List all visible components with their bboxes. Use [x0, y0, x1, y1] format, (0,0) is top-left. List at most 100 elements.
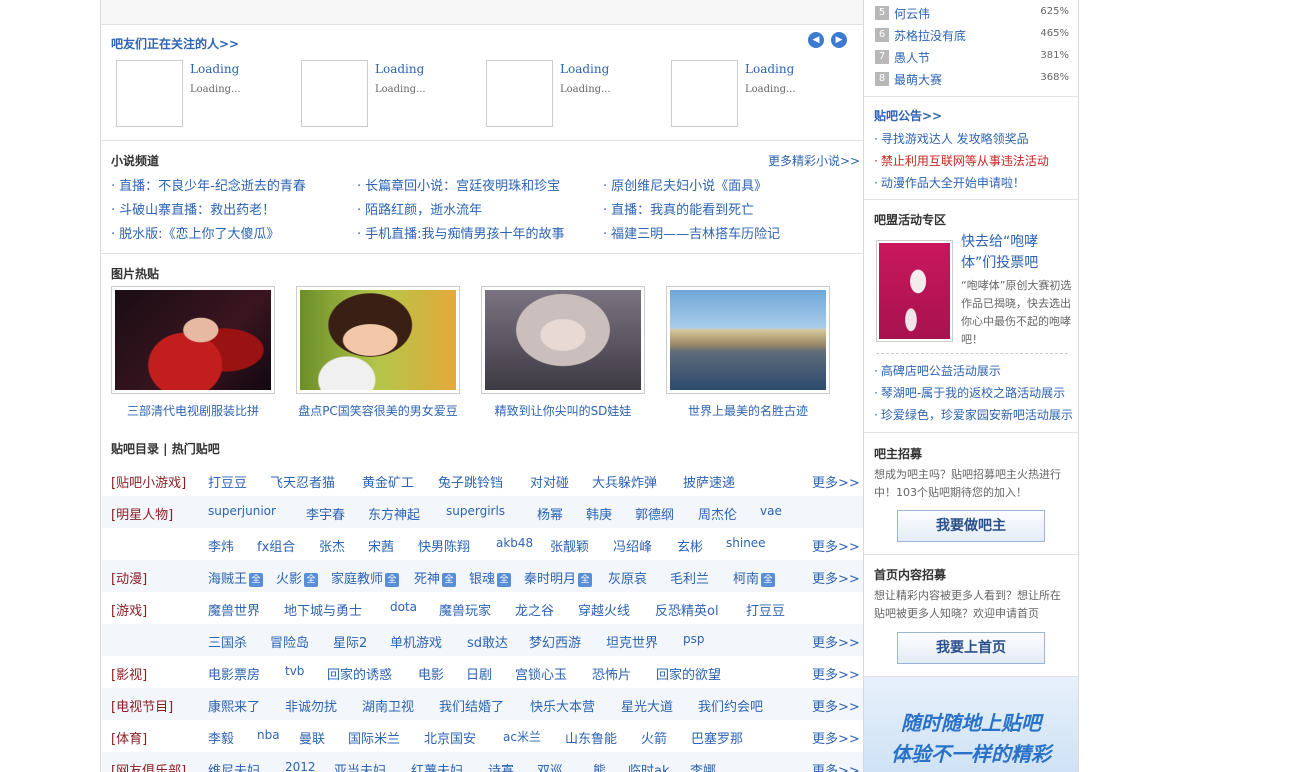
- directory-link[interactable]: 杨幂: [537, 504, 563, 523]
- directory-category[interactable]: [贴吧小游戏]: [111, 472, 186, 491]
- directory-link[interactable]: supergirls: [446, 504, 505, 518]
- directory-link[interactable]: 张杰: [319, 536, 345, 555]
- directory-more-link[interactable]: 更多>>: [812, 632, 860, 651]
- directory-link[interactable]: 火影全: [276, 568, 319, 587]
- novel-more-link[interactable]: 更多精彩小说>>: [768, 152, 860, 169]
- directory-link[interactable]: 我们约会吧: [698, 696, 763, 715]
- directory-link[interactable]: 电影: [418, 664, 444, 683]
- picture-frame[interactable]: [481, 286, 645, 394]
- directory-link[interactable]: 维尼夫妇: [208, 760, 260, 772]
- directory-link[interactable]: 毛利兰: [670, 568, 709, 587]
- banner-line2[interactable]: 体验不一样的精彩: [864, 738, 1078, 767]
- directory-link[interactable]: 韩庚: [586, 504, 612, 523]
- directory-link[interactable]: shinee: [726, 536, 766, 550]
- feature-photo[interactable]: [879, 243, 950, 339]
- rank-item[interactable]: 6 苏格拉没有底 465%: [874, 26, 1069, 44]
- league-item[interactable]: 珍爱绿色，珍爱家园安新吧活动展示: [874, 406, 1072, 423]
- rank-name[interactable]: 最萌大赛: [894, 71, 942, 88]
- league-item[interactable]: 琴湖吧-属于我的返校之路活动展示: [874, 384, 1072, 401]
- get-on-homepage-button[interactable]: 我要上首页: [897, 632, 1045, 664]
- directory-category[interactable]: [动漫]: [111, 568, 147, 587]
- photo-qing-costume[interactable]: [115, 290, 271, 390]
- directory-link[interactable]: 熊: [593, 760, 606, 772]
- novel-item[interactable]: 陌路红颜，逝水流年: [357, 199, 482, 218]
- directory-link[interactable]: 柯南全: [733, 568, 776, 587]
- directory-link[interactable]: 亚当夫妇: [334, 760, 386, 772]
- directory-link[interactable]: 电影票房: [208, 664, 260, 683]
- directory-link[interactable]: 对对碰: [530, 472, 569, 491]
- directory-link[interactable]: 黄金矿工: [362, 472, 414, 491]
- league-feature-title[interactable]: 快去给“咆哮体”们投票吧: [961, 232, 1071, 274]
- notice-title-link[interactable]: 贴吧公告>>: [874, 107, 942, 124]
- friend-card[interactable]: Loading Loading...: [301, 60, 481, 130]
- directory-category[interactable]: [影视]: [111, 664, 147, 683]
- directory-link[interactable]: vae: [760, 504, 782, 518]
- directory-link[interactable]: 三国杀: [208, 632, 247, 651]
- rank-name[interactable]: 苏格拉没有底: [894, 27, 966, 44]
- picture-card[interactable]: 三部清代电视剧服装比拼: [111, 286, 277, 419]
- directory-link[interactable]: 红薯夫妇: [411, 760, 463, 772]
- novel-item[interactable]: 脱水版:《恋上你了大傻瓜》: [111, 223, 279, 242]
- directory-link[interactable]: 回家的诱惑: [327, 664, 392, 683]
- league-feature-image[interactable]: [876, 240, 953, 342]
- directory-link[interactable]: 康熙来了: [208, 696, 260, 715]
- photo-chateau[interactable]: [670, 290, 826, 390]
- directory-link[interactable]: fx组合: [257, 536, 295, 555]
- directory-link-text[interactable]: 海贼王: [208, 572, 247, 587]
- friend-name[interactable]: Loading: [190, 62, 239, 76]
- rank-item[interactable]: 7 愚人节 381%: [874, 48, 1069, 66]
- become-moderator-button[interactable]: 我要做吧主: [897, 510, 1045, 542]
- friend-name[interactable]: Loading: [560, 62, 609, 76]
- directory-link[interactable]: 非诚勿扰: [285, 696, 337, 715]
- directory-link[interactable]: nba: [257, 728, 280, 742]
- picture-card[interactable]: 盘点PC国笑容很美的男女爱豆: [296, 286, 462, 419]
- avatar[interactable]: [116, 60, 183, 127]
- notice-item[interactable]: 动漫作品大全开始申请啦！: [874, 174, 1072, 191]
- directory-link[interactable]: 家庭教师全: [331, 568, 400, 587]
- directory-link[interactable]: 北京国安: [424, 728, 476, 747]
- directory-link[interactable]: 诗寡: [488, 760, 514, 772]
- directory-link[interactable]: 地下城与勇士: [284, 600, 362, 619]
- rank-name[interactable]: 愚人节: [894, 49, 930, 66]
- directory-link-text[interactable]: 火影: [276, 572, 302, 587]
- next-arrow-icon[interactable]: ▶: [831, 32, 847, 48]
- directory-link-text[interactable]: 银魂: [469, 572, 495, 587]
- rank-item[interactable]: 5 何云伟 625%: [874, 4, 1069, 22]
- directory-link-text[interactable]: 柯南: [733, 572, 759, 587]
- novel-item[interactable]: 福建三明——吉林搭车历险记: [603, 223, 780, 242]
- directory-link[interactable]: 国际米兰: [348, 728, 400, 747]
- rank-name[interactable]: 何云伟: [894, 5, 930, 22]
- banner-line1[interactable]: 随时随地上贴吧: [864, 707, 1078, 736]
- directory-link[interactable]: 披萨速递: [683, 472, 735, 491]
- friend-name[interactable]: Loading: [375, 62, 424, 76]
- notice-item[interactable]: 寻找游戏达人 发攻略领奖品: [874, 130, 1072, 147]
- directory-link[interactable]: 飞天忍者猫: [270, 472, 335, 491]
- directory-link[interactable]: 张靓颖: [550, 536, 589, 555]
- directory-link[interactable]: 梦幻西游: [529, 632, 581, 651]
- photo-sd-doll[interactable]: [485, 290, 641, 390]
- picture-caption[interactable]: 世界上最美的名胜古迹: [666, 402, 830, 419]
- league-item[interactable]: 高碑店吧公益活动展示: [874, 362, 1072, 379]
- directory-more-link[interactable]: 更多>>: [812, 664, 860, 683]
- directory-link[interactable]: 东方神起: [368, 504, 420, 523]
- mobile-banner[interactable]: 随时随地上贴吧 体验不一样的精彩: [864, 677, 1078, 772]
- directory-link[interactable]: 火箭: [641, 728, 667, 747]
- directory-link[interactable]: 银魂全: [469, 568, 512, 587]
- directory-link[interactable]: 曼联: [299, 728, 325, 747]
- directory-category[interactable]: [电视节目]: [111, 696, 173, 715]
- directory-link[interactable]: 星际2: [333, 632, 367, 651]
- directory-link[interactable]: 宋茜: [368, 536, 394, 555]
- directory-link[interactable]: 兔子跳铃铛: [438, 472, 503, 491]
- novel-item[interactable]: 长篇章回小说：宫廷夜明珠和珍宝: [357, 175, 560, 194]
- directory-link[interactable]: ac米兰: [503, 728, 541, 745]
- directory-link[interactable]: 灰原哀: [608, 568, 647, 587]
- directory-link[interactable]: 李娜: [690, 760, 716, 772]
- directory-link-text[interactable]: 家庭教师: [331, 572, 383, 587]
- directory-category[interactable]: [网友俱乐部]: [111, 760, 186, 772]
- novel-item[interactable]: 直播：我真的能看到死亡: [603, 199, 754, 218]
- avatar[interactable]: [486, 60, 553, 127]
- picture-card[interactable]: 精致到让你尖叫的SD娃娃: [481, 286, 647, 419]
- directory-link[interactable]: 冯绍峰: [613, 536, 652, 555]
- directory-link[interactable]: 恐怖片: [592, 664, 631, 683]
- directory-link[interactable]: 快男陈翔: [418, 536, 470, 555]
